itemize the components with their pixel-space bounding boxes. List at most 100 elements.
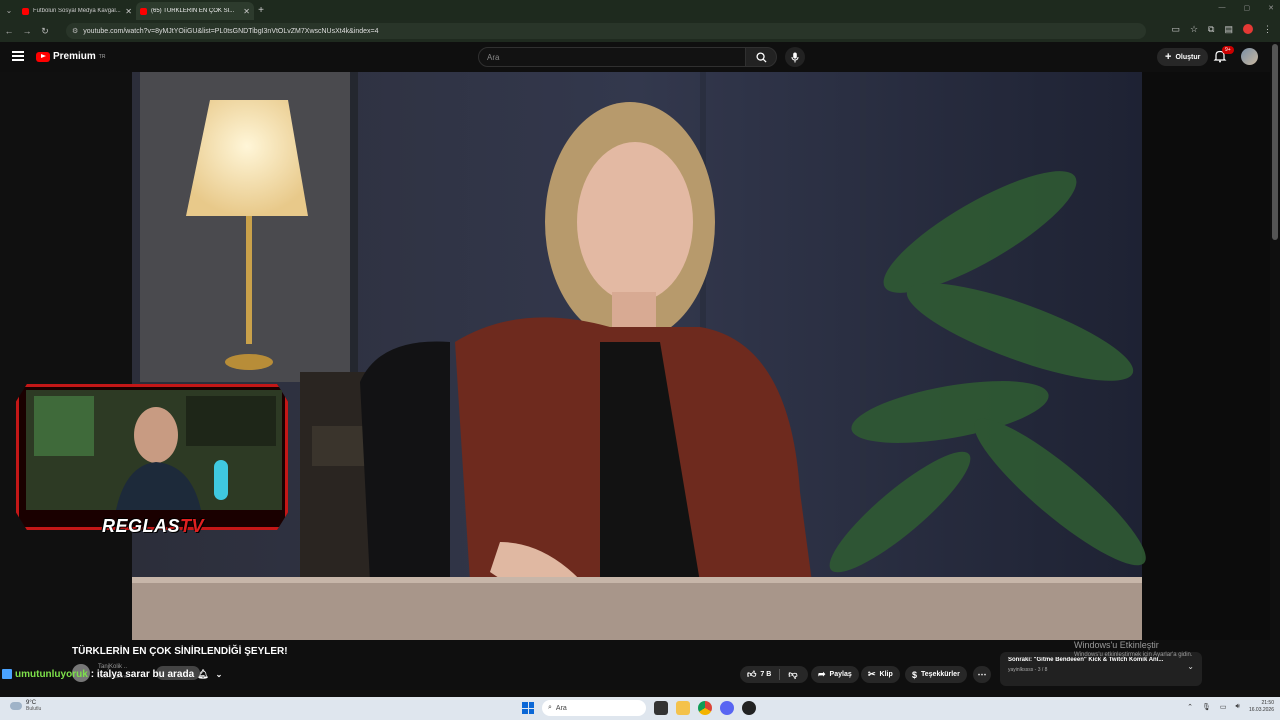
like-dislike-group: 👍︎ 7 B 👎︎ [740,666,808,683]
youtube-favicon-icon [22,7,29,15]
forward-icon[interactable]: → [18,26,36,36]
chevron-up-icon[interactable]: ⌃ [1187,703,1193,711]
create-label: Oluştur [1175,53,1201,61]
like-count: 7 B [760,671,772,678]
plus-icon: + [1165,51,1172,63]
browser-tab-strip: ⌄ Futbolun Sosyal Medya Kavgal... ✕ (65)… [0,0,1280,20]
youtube-header: Premium TR Ara + Oluştur 9+ [0,42,1280,72]
tab-title: Futbolun Sosyal Medya Kavgal... [33,8,121,14]
logo-main-text: REGLAS [101,516,180,536]
stream-chat-message: umutunluyoruk : italya sarar bu arada 🔔︎… [2,666,222,682]
network-icon[interactable]: ▭ [1220,703,1227,711]
time: 21:50 [1261,700,1274,706]
discord-icon[interactable] [720,701,734,715]
video-frame-image [0,72,1270,640]
divider [779,669,781,680]
thanks-icon: $ [912,669,918,680]
windows-start-icon[interactable] [522,702,534,714]
menu-dots-icon[interactable]: ⋮ [1263,24,1272,35]
minimize-icon[interactable]: — [1219,4,1226,12]
video-player[interactable] [0,72,1270,640]
search-input[interactable]: Ara [478,47,746,67]
sidebar-icon[interactable]: ▤ [1224,24,1233,35]
back-icon[interactable]: ← [0,26,18,36]
account-avatar[interactable] [1241,48,1258,65]
more-dots-icon: ⋯ [977,669,987,679]
share-label: Paylaş [829,671,852,678]
hamburger-menu-icon[interactable] [12,51,24,61]
task-view-icon[interactable] [654,701,668,715]
notification-badge: 9+ [1222,46,1234,54]
close-window-icon[interactable]: ✕ [1268,4,1274,12]
clip-button[interactable]: ✂ Klip [861,666,900,683]
windows-taskbar: 9°C Bulutlu ⌕ Ara ⌃ 🎙︎ ▭ 🔊︎ 21:50 16.03.… [0,697,1280,720]
up-next-subtitle: yayinlkssss - 3 / 8 [1008,667,1048,673]
bell-icon[interactable]: 🔔︎ [197,669,208,680]
youtube-play-icon [36,51,50,62]
url-text: youtube.com/watch?v=8yMJtYOiiGU&list=PL0… [83,27,379,35]
youtube-favicon-icon [140,7,147,15]
windows-activation-watermark: Windows'u Etkinleştir Windows'u etkinleş… [1074,640,1193,658]
page-scrollbar[interactable] [1272,44,1278,240]
share-button[interactable]: ➦ Paylaş [811,666,859,683]
obs-icon[interactable] [742,701,756,715]
tab-title: (65) TÜRKLERİN EN ÇOK Sİ... [151,8,235,14]
logo-text: Premium [53,51,96,62]
scissors-icon: ✂ [868,669,876,679]
create-button[interactable]: + Oluştur [1157,48,1209,66]
dislike-icon[interactable]: 👎︎ [788,669,797,680]
close-tab-icon[interactable]: ✕ [125,7,132,16]
chat-text: : italya sarar bu arada [90,668,195,680]
logo-tv-text: TV [180,516,205,536]
reload-icon[interactable]: ↻ [36,26,54,37]
site-info-icon[interactable]: ⚙ [72,27,78,35]
mic-icon[interactable]: 🎙︎ [1202,703,1211,711]
chat-badge-icon [2,669,12,679]
youtube-logo[interactable]: Premium TR [36,51,105,62]
file-explorer-icon[interactable] [676,701,690,715]
activation-subtitle: Windows'u etkinleştirmek için Ayarlar'a … [1074,652,1193,658]
chrome-icon[interactable] [698,701,712,715]
taskbar-search-placeholder: Ara [555,704,567,712]
extensions-icon[interactable]: ⧉ [1208,24,1214,35]
chevron-down-icon[interactable]: ⌄ [1187,662,1194,671]
window-controls: — ▢ ✕ [1219,4,1275,12]
clip-label: Klip [879,671,893,678]
profile-icon[interactable] [1243,24,1253,34]
taskbar-search[interactable]: ⌕ Ara [542,700,646,716]
volume-icon[interactable]: 🔊︎ [1236,703,1240,711]
cloud-icon [10,702,22,710]
thanks-label: Teşekkürler [921,671,960,678]
share-icon: ➦ [818,669,826,679]
chevron-down-icon[interactable]: ⌄ [216,670,223,679]
weather-widget[interactable]: 9°C Bulutlu [10,700,41,712]
bookmark-star-icon[interactable]: ☆ [1190,24,1198,35]
video-title: TÜRKLERİN EN ÇOK SİNİRLENDİĞİ ŞEYLER! [72,646,288,657]
webcam-feed-image [26,390,282,510]
microphone-icon [791,52,799,62]
browser-tab-1[interactable]: Futbolun Sosyal Medya Kavgal... ✕ [18,2,136,20]
browser-toolbar: ← → ↻ ⚙ youtube.com/watch?v=8yMJtYOiiGU&… [0,20,1280,42]
activation-title: Windows'u Etkinleştir [1074,640,1159,650]
search-button[interactable] [745,47,777,67]
more-actions-button[interactable]: ⋯ [973,666,991,683]
search-icon: ⌕ [548,704,552,711]
reglastv-logo: REGLASTV [8,516,298,537]
system-tray: ⌃ 🎙︎ ▭ 🔊︎ 21:50 16.03.2026 [1187,700,1274,714]
date: 16.03.2026 [1248,707,1274,713]
new-tab-icon[interactable]: + [254,5,268,16]
weather-condition: Bulutlu [26,706,42,712]
logo-country: TR [98,53,106,60]
like-icon[interactable]: 👍︎ [747,669,756,680]
browser-tab-2[interactable]: (65) TÜRKLERİN EN ÇOK Sİ... ✕ [136,2,254,20]
thanks-button[interactable]: $ Teşekkürler [905,666,967,683]
toolbar-actions: ▭ ☆ ⧉ ▤ ⋮ [1171,24,1272,35]
clock[interactable]: 21:50 16.03.2026 [1249,700,1274,714]
voice-search-button[interactable] [785,47,805,67]
cast-icon[interactable]: ▭ [1171,24,1180,35]
close-tab-icon[interactable]: ✕ [243,7,250,16]
tab-search-icon[interactable]: ⌄ [0,1,18,19]
taskbar-apps: ⌕ Ara [522,700,756,716]
address-bar[interactable]: ⚙ youtube.com/watch?v=8yMJtYOiiGU&list=P… [66,23,1146,39]
maximize-icon[interactable]: ▢ [1244,4,1251,12]
